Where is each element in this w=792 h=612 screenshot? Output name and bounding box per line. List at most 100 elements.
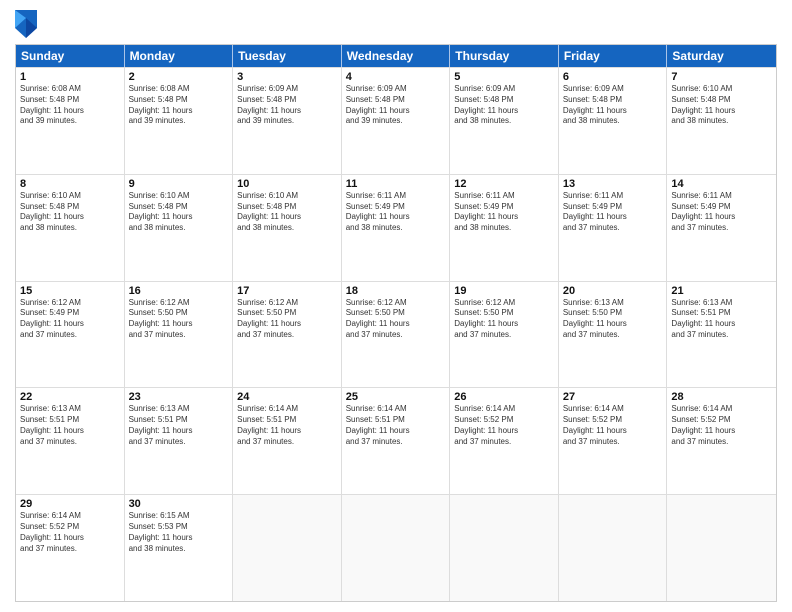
- day-info: Sunrise: 6:14 AM Sunset: 5:52 PM Dayligh…: [563, 404, 663, 447]
- day-info: Sunrise: 6:08 AM Sunset: 5:48 PM Dayligh…: [129, 84, 229, 127]
- calendar-cell-day-18: 18Sunrise: 6:12 AM Sunset: 5:50 PM Dayli…: [342, 282, 451, 388]
- day-info: Sunrise: 6:12 AM Sunset: 5:49 PM Dayligh…: [20, 298, 120, 341]
- header-day-tuesday: Tuesday: [233, 45, 342, 67]
- calendar-cell-empty: [559, 495, 668, 601]
- day-number: 30: [129, 498, 229, 510]
- day-number: 11: [346, 178, 446, 190]
- calendar-cell-day-10: 10Sunrise: 6:10 AM Sunset: 5:48 PM Dayli…: [233, 175, 342, 281]
- day-info: Sunrise: 6:13 AM Sunset: 5:51 PM Dayligh…: [129, 404, 229, 447]
- day-info: Sunrise: 6:13 AM Sunset: 5:51 PM Dayligh…: [671, 298, 772, 341]
- calendar-cell-day-13: 13Sunrise: 6:11 AM Sunset: 5:49 PM Dayli…: [559, 175, 668, 281]
- calendar-cell-day-15: 15Sunrise: 6:12 AM Sunset: 5:49 PM Dayli…: [16, 282, 125, 388]
- calendar-cell-day-23: 23Sunrise: 6:13 AM Sunset: 5:51 PM Dayli…: [125, 388, 234, 494]
- calendar-cell-day-21: 21Sunrise: 6:13 AM Sunset: 5:51 PM Dayli…: [667, 282, 776, 388]
- day-number: 14: [671, 178, 772, 190]
- day-number: 2: [129, 71, 229, 83]
- day-info: Sunrise: 6:12 AM Sunset: 5:50 PM Dayligh…: [454, 298, 554, 341]
- day-info: Sunrise: 6:14 AM Sunset: 5:51 PM Dayligh…: [237, 404, 337, 447]
- day-info: Sunrise: 6:13 AM Sunset: 5:51 PM Dayligh…: [20, 404, 120, 447]
- day-number: 18: [346, 285, 446, 297]
- calendar-cell-empty: [450, 495, 559, 601]
- calendar-cell-day-20: 20Sunrise: 6:13 AM Sunset: 5:50 PM Dayli…: [559, 282, 668, 388]
- day-info: Sunrise: 6:14 AM Sunset: 5:52 PM Dayligh…: [20, 511, 120, 554]
- day-number: 21: [671, 285, 772, 297]
- day-number: 13: [563, 178, 663, 190]
- calendar-header: SundayMondayTuesdayWednesdayThursdayFrid…: [16, 45, 776, 67]
- day-number: 27: [563, 391, 663, 403]
- day-info: Sunrise: 6:10 AM Sunset: 5:48 PM Dayligh…: [129, 191, 229, 234]
- day-number: 20: [563, 285, 663, 297]
- calendar-cell-day-22: 22Sunrise: 6:13 AM Sunset: 5:51 PM Dayli…: [16, 388, 125, 494]
- day-number: 17: [237, 285, 337, 297]
- calendar-cell-day-3: 3Sunrise: 6:09 AM Sunset: 5:48 PM Daylig…: [233, 68, 342, 174]
- day-number: 26: [454, 391, 554, 403]
- header-day-thursday: Thursday: [450, 45, 559, 67]
- calendar-cell-day-27: 27Sunrise: 6:14 AM Sunset: 5:52 PM Dayli…: [559, 388, 668, 494]
- calendar-cell-empty: [342, 495, 451, 601]
- calendar-row-4: 22Sunrise: 6:13 AM Sunset: 5:51 PM Dayli…: [16, 387, 776, 494]
- calendar-cell-day-12: 12Sunrise: 6:11 AM Sunset: 5:49 PM Dayli…: [450, 175, 559, 281]
- day-number: 15: [20, 285, 120, 297]
- header-day-monday: Monday: [125, 45, 234, 67]
- calendar-row-5: 29Sunrise: 6:14 AM Sunset: 5:52 PM Dayli…: [16, 494, 776, 601]
- header-day-sunday: Sunday: [16, 45, 125, 67]
- day-number: 5: [454, 71, 554, 83]
- day-info: Sunrise: 6:11 AM Sunset: 5:49 PM Dayligh…: [346, 191, 446, 234]
- day-number: 7: [671, 71, 772, 83]
- calendar-cell-day-30: 30Sunrise: 6:15 AM Sunset: 5:53 PM Dayli…: [125, 495, 234, 601]
- day-number: 12: [454, 178, 554, 190]
- logo: [15, 10, 40, 38]
- day-info: Sunrise: 6:09 AM Sunset: 5:48 PM Dayligh…: [237, 84, 337, 127]
- calendar-cell-day-11: 11Sunrise: 6:11 AM Sunset: 5:49 PM Dayli…: [342, 175, 451, 281]
- calendar-body: 1Sunrise: 6:08 AM Sunset: 5:48 PM Daylig…: [16, 67, 776, 601]
- calendar-cell-day-26: 26Sunrise: 6:14 AM Sunset: 5:52 PM Dayli…: [450, 388, 559, 494]
- page: SundayMondayTuesdayWednesdayThursdayFrid…: [0, 0, 792, 612]
- day-info: Sunrise: 6:12 AM Sunset: 5:50 PM Dayligh…: [346, 298, 446, 341]
- calendar-row-1: 1Sunrise: 6:08 AM Sunset: 5:48 PM Daylig…: [16, 67, 776, 174]
- calendar: SundayMondayTuesdayWednesdayThursdayFrid…: [15, 44, 777, 602]
- day-number: 9: [129, 178, 229, 190]
- calendar-cell-day-14: 14Sunrise: 6:11 AM Sunset: 5:49 PM Dayli…: [667, 175, 776, 281]
- calendar-cell-day-5: 5Sunrise: 6:09 AM Sunset: 5:48 PM Daylig…: [450, 68, 559, 174]
- calendar-cell-day-28: 28Sunrise: 6:14 AM Sunset: 5:52 PM Dayli…: [667, 388, 776, 494]
- day-number: 6: [563, 71, 663, 83]
- day-number: 1: [20, 71, 120, 83]
- day-info: Sunrise: 6:13 AM Sunset: 5:50 PM Dayligh…: [563, 298, 663, 341]
- day-info: Sunrise: 6:10 AM Sunset: 5:48 PM Dayligh…: [20, 191, 120, 234]
- day-number: 22: [20, 391, 120, 403]
- day-info: Sunrise: 6:08 AM Sunset: 5:48 PM Dayligh…: [20, 84, 120, 127]
- day-info: Sunrise: 6:09 AM Sunset: 5:48 PM Dayligh…: [346, 84, 446, 127]
- day-number: 23: [129, 391, 229, 403]
- calendar-row-3: 15Sunrise: 6:12 AM Sunset: 5:49 PM Dayli…: [16, 281, 776, 388]
- day-info: Sunrise: 6:09 AM Sunset: 5:48 PM Dayligh…: [563, 84, 663, 127]
- calendar-cell-day-17: 17Sunrise: 6:12 AM Sunset: 5:50 PM Dayli…: [233, 282, 342, 388]
- header-day-friday: Friday: [559, 45, 668, 67]
- day-number: 24: [237, 391, 337, 403]
- calendar-cell-day-7: 7Sunrise: 6:10 AM Sunset: 5:48 PM Daylig…: [667, 68, 776, 174]
- header-day-saturday: Saturday: [667, 45, 776, 67]
- day-number: 29: [20, 498, 120, 510]
- day-number: 16: [129, 285, 229, 297]
- calendar-cell-day-8: 8Sunrise: 6:10 AM Sunset: 5:48 PM Daylig…: [16, 175, 125, 281]
- day-info: Sunrise: 6:12 AM Sunset: 5:50 PM Dayligh…: [129, 298, 229, 341]
- calendar-row-2: 8Sunrise: 6:10 AM Sunset: 5:48 PM Daylig…: [16, 174, 776, 281]
- calendar-cell-day-2: 2Sunrise: 6:08 AM Sunset: 5:48 PM Daylig…: [125, 68, 234, 174]
- day-info: Sunrise: 6:14 AM Sunset: 5:52 PM Dayligh…: [671, 404, 772, 447]
- day-info: Sunrise: 6:15 AM Sunset: 5:53 PM Dayligh…: [129, 511, 229, 554]
- calendar-cell-day-24: 24Sunrise: 6:14 AM Sunset: 5:51 PM Dayli…: [233, 388, 342, 494]
- day-number: 10: [237, 178, 337, 190]
- day-info: Sunrise: 6:09 AM Sunset: 5:48 PM Dayligh…: [454, 84, 554, 127]
- day-info: Sunrise: 6:11 AM Sunset: 5:49 PM Dayligh…: [671, 191, 772, 234]
- day-number: 8: [20, 178, 120, 190]
- day-info: Sunrise: 6:10 AM Sunset: 5:48 PM Dayligh…: [671, 84, 772, 127]
- day-info: Sunrise: 6:14 AM Sunset: 5:51 PM Dayligh…: [346, 404, 446, 447]
- calendar-cell-day-16: 16Sunrise: 6:12 AM Sunset: 5:50 PM Dayli…: [125, 282, 234, 388]
- day-info: Sunrise: 6:12 AM Sunset: 5:50 PM Dayligh…: [237, 298, 337, 341]
- calendar-cell-day-19: 19Sunrise: 6:12 AM Sunset: 5:50 PM Dayli…: [450, 282, 559, 388]
- day-number: 28: [671, 391, 772, 403]
- calendar-cell-day-29: 29Sunrise: 6:14 AM Sunset: 5:52 PM Dayli…: [16, 495, 125, 601]
- day-number: 4: [346, 71, 446, 83]
- calendar-cell-day-25: 25Sunrise: 6:14 AM Sunset: 5:51 PM Dayli…: [342, 388, 451, 494]
- header: [15, 10, 777, 38]
- day-info: Sunrise: 6:14 AM Sunset: 5:52 PM Dayligh…: [454, 404, 554, 447]
